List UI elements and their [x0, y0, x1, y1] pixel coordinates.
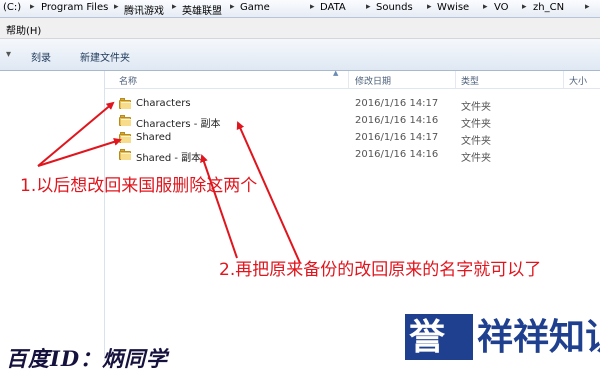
logo-text-right: 祥祥知识: [477, 317, 600, 358]
site-logo: 誉 祥祥知识: [405, 308, 600, 368]
logo-text-left: 誉: [409, 317, 446, 358]
arrow-to-shared-icon: [37, 138, 122, 167]
baidu-id-watermark: 百度ID：炳同学: [6, 346, 169, 371]
arrow-to-characters-icon: [37, 101, 115, 167]
annotation-step-2: 2.再把原来备份的改回原来的名字就可以了: [219, 260, 542, 280]
annotation-step-1: 1.以后想改回来国服删除这两个: [20, 176, 258, 196]
